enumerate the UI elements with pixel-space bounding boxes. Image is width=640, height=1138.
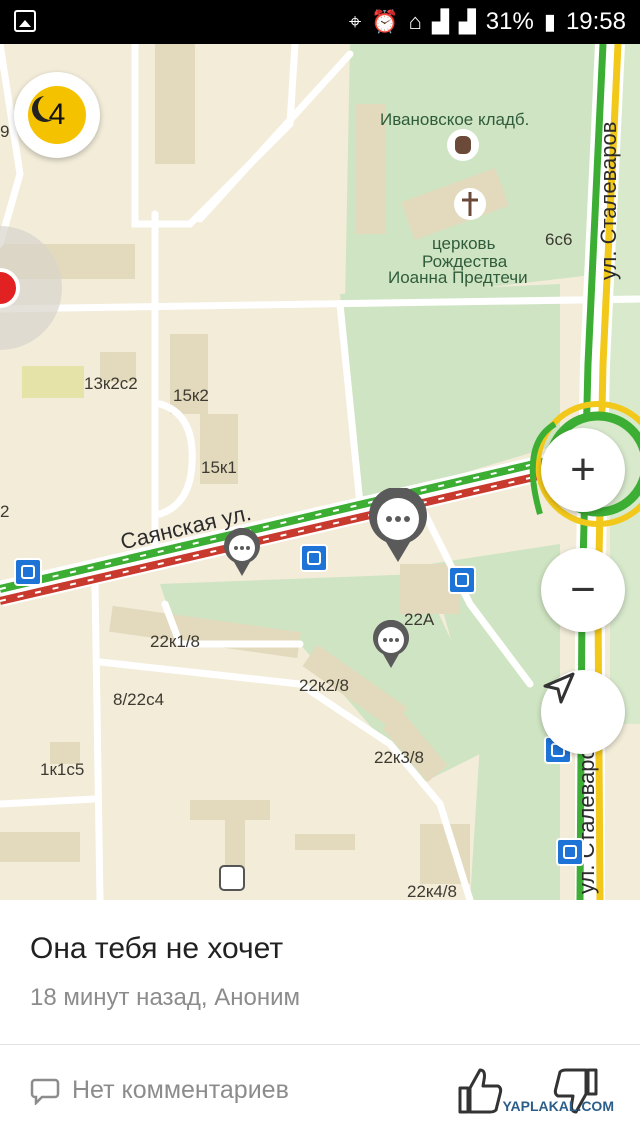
status-bar: ⌖ ⏰ ⌂ ▟ ▟ 31% ▮ 19:58 — [0, 0, 640, 44]
my-location-button[interactable] — [541, 670, 625, 754]
gallery-icon — [14, 10, 36, 32]
battery-percent: 31% — [485, 8, 534, 35]
building-label-15k2: 15к2 — [173, 386, 209, 405]
home-icon: ⌂ — [408, 9, 422, 34]
building-label-edge-9: 9 — [0, 122, 10, 141]
chat-pin-selected-icon[interactable] — [366, 488, 430, 564]
building-label-edge-2: 2 — [0, 502, 10, 521]
road-label-stalevarov-bottom: ул. Сталеваров — [574, 735, 599, 894]
building-label-6c6: 6с6 — [545, 230, 573, 249]
like-button[interactable] — [456, 1066, 504, 1116]
clock: 19:58 — [565, 8, 626, 35]
building-label-13k2c2: 13к2с2 — [84, 374, 138, 393]
zoom-in-button[interactable]: + — [541, 428, 625, 512]
comments-link[interactable]: Нет комментариев — [30, 1076, 289, 1105]
watermark: YAPLAKAL.COM — [502, 1098, 615, 1114]
events-badge-button[interactable]: 4 — [14, 72, 100, 158]
signal-icon: ▟ — [431, 9, 449, 34]
chat-pin-icon[interactable] — [371, 620, 411, 670]
location-icon: ⌖ — [348, 9, 362, 34]
bus-stop-icon[interactable] — [14, 558, 42, 586]
alarm-icon: ⏰ — [371, 9, 399, 34]
minus-icon: − — [570, 565, 596, 614]
cemetery-label: Ивановское кладб. — [380, 110, 530, 129]
comment-icon — [30, 1078, 60, 1105]
chat-pin-icon[interactable] — [222, 528, 262, 578]
zoom-out-button[interactable]: − — [541, 548, 625, 632]
event-card[interactable]: Она тебя не хочет 18 минут назад, Аноним… — [0, 900, 640, 1138]
building-label-22k2-8: 22к2/8 — [299, 676, 349, 695]
comments-label: Нет комментариев — [72, 1076, 289, 1104]
event-meta: 18 минут назад, Аноним — [30, 984, 300, 1011]
event-title: Она тебя не хочет — [30, 932, 284, 965]
building-label-22k3-8: 22к3/8 — [374, 748, 424, 767]
bus-stop-icon[interactable] — [556, 838, 584, 866]
bus-stop-icon[interactable] — [448, 566, 476, 594]
building-label-8-22c4: 8/22с4 — [113, 690, 165, 709]
bus-stop-icon[interactable] — [300, 544, 328, 572]
plus-icon: + — [570, 445, 596, 494]
building-label-22k1-8: 22к1/8 — [150, 632, 200, 651]
road-label-stalevarov-top: ул. Сталеваров — [596, 121, 621, 280]
signal-icon-2: ▟ — [458, 9, 476, 34]
night-mode-icon — [38, 94, 64, 120]
divider — [0, 1044, 640, 1045]
building-label-15k1: 15к1 — [201, 458, 237, 477]
map-view[interactable]: Ивановское кладб. церковь Рождества Иоан… — [0, 44, 640, 900]
battery-icon: ▮ — [543, 9, 556, 34]
navigation-arrow-icon — [543, 672, 575, 704]
building-label-1k1c5: 1к1с5 — [40, 760, 85, 779]
church-label-3: Иоанна Предтечи — [388, 268, 528, 287]
church-label-1: церковь — [432, 234, 496, 253]
building-label-22k4-8: 22к4/8 — [407, 882, 457, 900]
